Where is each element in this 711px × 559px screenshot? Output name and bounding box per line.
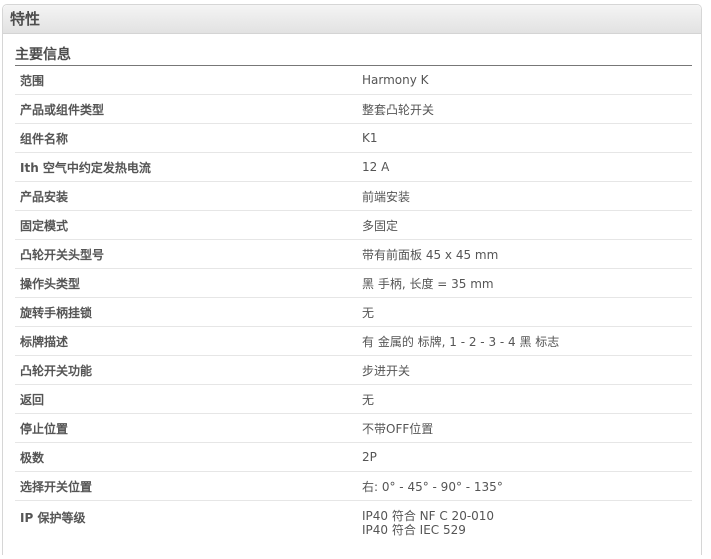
table-row: Ith 空气中约定发热电流12 A — [15, 153, 692, 182]
spec-value-line: IP40 符合 IEC 529 — [362, 523, 692, 537]
table-row: 极数2P — [15, 443, 692, 472]
table-row: 凸轮开关功能步进开关 — [15, 356, 692, 385]
spec-value: 前端安装 — [357, 182, 692, 211]
spec-value: 12 A — [357, 153, 692, 182]
spec-label: IP 保护等级 — [15, 501, 357, 559]
spec-label: 标牌描述 — [15, 327, 357, 356]
table-row: 标牌描述有 金属的 标牌, 1 - 2 - 3 - 4 黑 标志 — [15, 327, 692, 356]
spec-value: 不带OFF位置 — [357, 414, 692, 443]
table-row: 固定模式多固定 — [15, 211, 692, 240]
spec-label: 返回 — [15, 385, 357, 414]
spec-value: 2P — [357, 443, 692, 472]
spec-value: K1 — [357, 124, 692, 153]
spec-label: 范围 — [15, 66, 357, 95]
spec-value: IP40 符合 NF C 20-010 IP40 符合 IEC 529 — [357, 501, 692, 559]
spec-value: Harmony K — [357, 66, 692, 95]
spec-label: 旋转手柄挂锁 — [15, 298, 357, 327]
spec-label: 产品安装 — [15, 182, 357, 211]
spec-label: 极数 — [15, 443, 357, 472]
spec-label: 凸轮开关头型号 — [15, 240, 357, 269]
spec-value: 黑 手柄, 长度 = 35 mm — [357, 269, 692, 298]
spec-label: 操作头类型 — [15, 269, 357, 298]
table-row: 返回无 — [15, 385, 692, 414]
table-row: 操作头类型黑 手柄, 长度 = 35 mm — [15, 269, 692, 298]
table-row: 产品或组件类型整套凸轮开关 — [15, 95, 692, 124]
spec-value: 带有前面板 45 x 45 mm — [357, 240, 692, 269]
spec-value-line: IP40 符合 NF C 20-010 — [362, 509, 692, 523]
spec-value: 有 金属的 标牌, 1 - 2 - 3 - 4 黑 标志 — [357, 327, 692, 356]
spec-table: 范围Harmony K 产品或组件类型整套凸轮开关 组件名称K1 Ith 空气中… — [15, 66, 692, 559]
spec-label: 选择开关位置 — [15, 472, 357, 501]
spec-value: 整套凸轮开关 — [357, 95, 692, 124]
spec-value: 右: 0° - 45° - 90° - 135° — [357, 472, 692, 501]
spec-value: 无 — [357, 298, 692, 327]
spec-label: 固定模式 — [15, 211, 357, 240]
spec-label: 组件名称 — [15, 124, 357, 153]
table-row: 凸轮开关头型号带有前面板 45 x 45 mm — [15, 240, 692, 269]
spec-label: 停止位置 — [15, 414, 357, 443]
table-row: 范围Harmony K — [15, 66, 692, 95]
spec-label: Ith 空气中约定发热电流 — [15, 153, 357, 182]
spec-value: 多固定 — [357, 211, 692, 240]
table-row: 选择开关位置右: 0° - 45° - 90° - 135° — [15, 472, 692, 501]
table-row: IP 保护等级 IP40 符合 NF C 20-010 IP40 符合 IEC … — [15, 501, 692, 559]
panel-title: 特性 — [3, 5, 701, 34]
spec-value: 步进开关 — [357, 356, 692, 385]
table-row: 产品安装前端安装 — [15, 182, 692, 211]
characteristics-panel: 特性 主要信息 范围Harmony K 产品或组件类型整套凸轮开关 组件名称K1… — [2, 4, 702, 555]
table-row: 停止位置不带OFF位置 — [15, 414, 692, 443]
table-row: 旋转手柄挂锁无 — [15, 298, 692, 327]
spec-value: 无 — [357, 385, 692, 414]
spec-label: 产品或组件类型 — [15, 95, 357, 124]
section-title: 主要信息 — [15, 46, 692, 66]
table-row: 组件名称K1 — [15, 124, 692, 153]
spec-label: 凸轮开关功能 — [15, 356, 357, 385]
